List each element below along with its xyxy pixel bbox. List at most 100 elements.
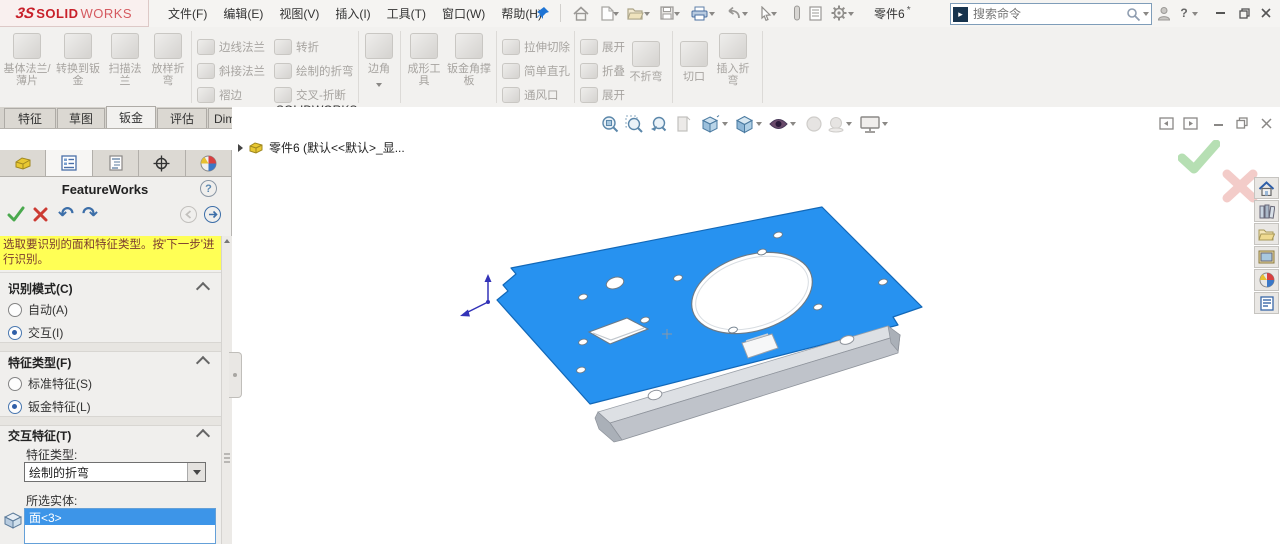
tab-sketch[interactable]: 草图 (57, 108, 105, 128)
gear-caret-icon[interactable] (848, 12, 854, 16)
radio-interactive-circle[interactable] (8, 326, 22, 340)
part-3d[interactable] (450, 190, 950, 450)
app-restore-button[interactable] (1236, 6, 1252, 20)
options-gear-icon[interactable] (830, 4, 848, 22)
edit-appearance-icon[interactable] (804, 114, 824, 134)
view-orientation-caret-icon[interactable] (722, 122, 728, 126)
attachment-icon[interactable] (788, 4, 806, 22)
menu-edit[interactable]: 编辑(E) (215, 0, 271, 27)
previous-view-icon[interactable] (648, 114, 668, 134)
simple-hole-button[interactable]: 简单直孔 (502, 61, 570, 81)
no-bends-button[interactable]: 不折弯 (624, 41, 668, 83)
radio-sheetmetal-features[interactable]: 钣金特征(L) (8, 398, 91, 415)
convert-to-sheetmetal-button[interactable]: 转换到钣金 (54, 33, 102, 87)
cross-break-button[interactable]: 交叉-折断 (274, 85, 346, 105)
insert-bends-button[interactable]: 插入折弯 (712, 33, 754, 87)
select-caret-icon[interactable] (771, 12, 777, 16)
recognition-mode-collapse-icon[interactable] (196, 282, 210, 296)
flatten-button[interactable]: 展开 (580, 85, 625, 105)
apply-scene-icon[interactable] (826, 114, 846, 134)
zoom-area-icon[interactable] (624, 114, 644, 134)
view-settings-icon[interactable] (860, 114, 880, 134)
tab-evaluate[interactable]: 评估 (157, 108, 207, 128)
panel-splitter-handle[interactable] (229, 352, 242, 398)
recognition-mode-header[interactable]: 识别模式(C) (8, 280, 73, 297)
ok-button[interactable] (6, 204, 26, 224)
tree-expand-icon[interactable] (238, 144, 243, 152)
display-style-caret-icon[interactable] (756, 122, 762, 126)
lofted-bend-button[interactable]: 放样折弯 (148, 33, 188, 87)
tab-sheet-metal[interactable]: 钣金 (106, 106, 156, 128)
swept-flange-button[interactable]: 扫描法兰 (104, 33, 146, 87)
display-style-icon[interactable] (734, 114, 754, 134)
section-view-icon[interactable] (674, 114, 694, 134)
search-caret-icon[interactable] (1143, 12, 1149, 16)
home-icon[interactable] (572, 4, 590, 22)
pin-menu-icon[interactable] (534, 4, 552, 22)
taskpane-home-icon[interactable] (1254, 177, 1279, 199)
sketched-bend-button[interactable]: 绘制的折弯 (274, 61, 354, 81)
search-magnifier-icon[interactable] (1126, 7, 1141, 22)
sheetmetal-gusset-button[interactable]: 钣金角撑板 (446, 33, 492, 87)
menu-tools[interactable]: 工具(T) (379, 0, 434, 27)
confirm-cancel-mark[interactable] (1222, 169, 1258, 206)
previous-window-icon[interactable] (1156, 113, 1176, 133)
scrollbar-up-icon[interactable] (224, 239, 230, 243)
back-button[interactable] (180, 206, 197, 223)
extruded-cut-button[interactable]: 拉伸切除 (502, 37, 570, 57)
search-input[interactable] (971, 6, 1126, 22)
hide-show-items-icon[interactable] (768, 114, 788, 134)
interactive-features-header[interactable]: 交互特征(T) (8, 427, 71, 444)
custom-properties-icon[interactable] (1254, 292, 1279, 314)
feature-type-header[interactable]: 特征类型(F) (8, 354, 71, 371)
view-orientation-icon[interactable] (700, 114, 720, 134)
view-palette-icon[interactable] (1254, 246, 1279, 268)
feature-tree-root[interactable]: 零件6 (默认<<默认>_显... (238, 139, 405, 156)
dimxpertmanager-tab[interactable] (139, 150, 185, 176)
tab-features[interactable]: 特征 (4, 108, 56, 128)
display-pane-icon[interactable] (806, 4, 824, 22)
interactive-features-collapse-icon[interactable] (196, 429, 210, 443)
scene-caret-icon[interactable] (846, 122, 852, 126)
jog-button[interactable]: 转折 (274, 37, 319, 57)
menu-insert[interactable]: 插入(I) (327, 0, 378, 27)
menu-view[interactable]: 视图(V) (271, 0, 327, 27)
app-close-button[interactable] (1258, 6, 1274, 20)
menu-window[interactable]: 窗口(W) (434, 0, 493, 27)
new-document-caret-icon[interactable] (613, 12, 619, 16)
zoom-fit-icon[interactable] (600, 114, 620, 134)
print-icon[interactable] (690, 4, 708, 22)
menu-file[interactable]: 文件(F) (160, 0, 215, 27)
undo-icon[interactable] (724, 4, 742, 22)
list-item-face3[interactable]: 面<3> (25, 509, 215, 525)
user-account-icon[interactable] (1155, 4, 1173, 22)
radio-standard-features[interactable]: 标准特征(S) (8, 375, 92, 392)
print-caret-icon[interactable] (709, 12, 715, 16)
selected-entities-list[interactable]: 面<3> (24, 508, 216, 544)
confirm-ok-mark[interactable] (1178, 140, 1220, 177)
forming-tool-button[interactable]: 成形工具 (404, 33, 444, 87)
doc-minimize-button[interactable] (1208, 115, 1228, 135)
propertymanager-tab[interactable] (46, 150, 92, 176)
app-minimize-button[interactable] (1212, 6, 1228, 20)
radio-auto[interactable]: 自动(A) (8, 301, 68, 318)
appearances-icon[interactable] (1254, 269, 1279, 291)
redo-button[interactable]: ↷ (80, 204, 100, 224)
save-caret-icon[interactable] (674, 12, 680, 16)
feature-tree-root-label[interactable]: 零件6 (默认<<默认>_显... (269, 139, 405, 156)
panel-help-button[interactable]: ? (200, 180, 217, 197)
next-window-icon[interactable] (1180, 113, 1200, 133)
radio-interactive[interactable]: 交互(I) (8, 324, 63, 341)
hem-button[interactable]: 褶边 (197, 85, 242, 105)
hide-show-caret-icon[interactable] (790, 122, 796, 126)
configurationmanager-tab[interactable] (93, 150, 139, 176)
radio-auto-circle[interactable] (8, 303, 22, 317)
feature-type-collapse-icon[interactable] (196, 356, 210, 370)
undo-caret-icon[interactable] (742, 12, 748, 16)
help-icon[interactable]: ? (1178, 4, 1190, 22)
dropdown-caret-icon[interactable] (187, 463, 205, 481)
vent-button[interactable]: 通风口 (502, 85, 559, 105)
unfold-button[interactable]: 展开 (580, 37, 625, 57)
next-button[interactable] (204, 206, 221, 223)
scrollbar-grip[interactable] (222, 453, 232, 463)
